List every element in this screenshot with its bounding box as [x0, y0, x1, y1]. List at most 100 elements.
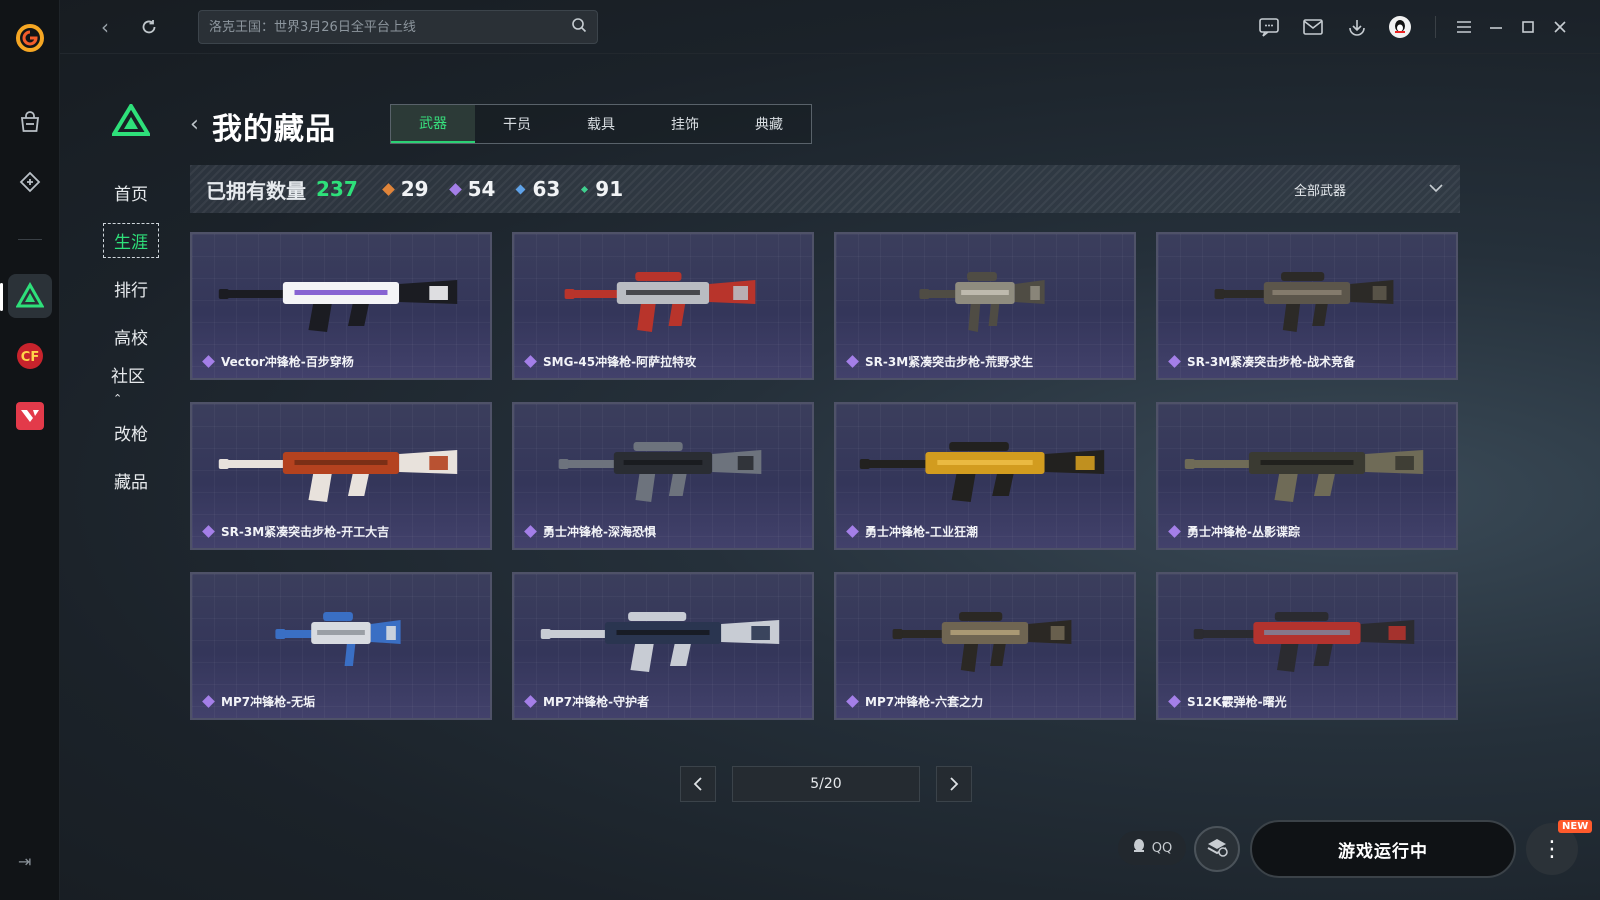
weapon-accent: [317, 630, 365, 635]
weapon-grip: [347, 304, 369, 326]
tab-vehicles[interactable]: 载具: [559, 105, 643, 143]
search-input[interactable]: [209, 19, 571, 35]
mail-icon[interactable]: [1299, 13, 1327, 41]
app-logo-icon[interactable]: [8, 16, 52, 60]
tab-charms[interactable]: 挂饰: [643, 105, 727, 143]
weapon-name: MP7冲锋枪-守护者: [524, 693, 649, 710]
weapon-stock-pad: [733, 286, 748, 300]
sidebar-item-label: 改枪: [114, 424, 148, 445]
search-bar[interactable]: [198, 10, 598, 44]
prev-page-button[interactable]: [680, 766, 716, 802]
header-back-icon[interactable]: ‹: [190, 112, 199, 137]
weapon-accent: [616, 630, 710, 635]
sidebar-item-community[interactable]: 社区 ⌃: [100, 360, 162, 408]
weapon-image: [275, 612, 401, 666]
layers-overlay-button[interactable]: [1194, 826, 1240, 872]
weapon-stock-pad: [429, 286, 448, 300]
game-tag-icon[interactable]: [8, 160, 52, 204]
weapon-card[interactable]: SR-3M紧凑突击步枪-开工大吉: [190, 402, 492, 550]
weapon-name: 勇士冲锋枪-丛影谍踪: [1168, 523, 1300, 540]
qq-status-button[interactable]: QQ: [1118, 831, 1186, 865]
weapon-card[interactable]: SR-3M紧凑突击步枪-荒野求生: [834, 232, 1136, 380]
sidebar-item-ranking[interactable]: 排行: [100, 264, 162, 312]
game-running-button[interactable]: 游戏运行中: [1250, 820, 1516, 878]
weapon-name-text: SMG-45冲锋枪-阿萨拉特攻: [543, 355, 697, 369]
collection-tabs: 武器 干员 载具 挂饰 典藏: [390, 104, 812, 144]
weapon-grip: [344, 644, 356, 666]
qq-label: QQ: [1151, 840, 1173, 856]
green-diamond-icon: [581, 185, 589, 193]
valorant-game-icon[interactable]: [8, 394, 52, 438]
tab-operators[interactable]: 干员: [475, 105, 559, 143]
tab-archive[interactable]: 典藏: [727, 105, 811, 143]
sidebar-item-collection[interactable]: 藏品: [100, 456, 162, 504]
refresh-icon[interactable]: [134, 12, 164, 42]
weapon-image: [558, 442, 762, 502]
weapon-image: [1193, 612, 1415, 672]
weapon-magazine: [1276, 644, 1299, 672]
purple-diamond-icon: [202, 695, 215, 708]
weapon-card[interactable]: MP7冲锋枪-守护者: [512, 572, 814, 720]
rarity-count-blue: 63: [515, 177, 560, 201]
weapon-grip: [1313, 644, 1333, 666]
download-icon[interactable]: [1343, 13, 1371, 41]
weapon-card[interactable]: S12K霰弹枪-曙光: [1156, 572, 1458, 720]
weapon-card[interactable]: MP7冲锋枪-六套之力: [834, 572, 1136, 720]
weapon-name: MP7冲锋枪-六套之力: [846, 693, 983, 710]
weapon-card[interactable]: 勇士冲锋枪-工业狂潮: [834, 402, 1136, 550]
rarity-count-purple: 54: [448, 177, 495, 201]
weapon-name: SR-3M紧凑突击步枪-战术竞备: [1168, 353, 1355, 370]
maximize-icon[interactable]: [1514, 13, 1542, 41]
rarity-count-green: 91: [581, 177, 623, 201]
collapse-sidebar-icon[interactable]: ⇥: [18, 852, 31, 871]
purple-diamond-icon: [524, 695, 537, 708]
crossfire-game-icon[interactable]: CF: [8, 334, 52, 378]
sidebar-item-gunsmith[interactable]: 改枪: [100, 408, 162, 456]
weapon-magazine: [308, 474, 332, 502]
rarity-count-orange: 29: [381, 177, 429, 201]
weapon-name-text: SR-3M紧凑突击步枪-荒野求生: [865, 355, 1034, 369]
weapon-stock-pad: [429, 456, 448, 470]
weapon-accent: [1260, 460, 1354, 465]
sidebar-item-label: 藏品: [114, 472, 148, 493]
weapon-grip: [988, 304, 1000, 326]
weapon-accent: [623, 460, 703, 465]
weapon-card[interactable]: 勇士冲锋枪-丛影谍踪: [1156, 402, 1458, 550]
sidebar-item-college[interactable]: 高校: [100, 312, 162, 360]
sidebar-item-home[interactable]: 首页: [100, 168, 162, 216]
search-icon[interactable]: [571, 17, 587, 37]
chat-icon[interactable]: [1255, 13, 1283, 41]
weapon-card[interactable]: 勇士冲锋枪-深海恐惧: [512, 402, 814, 550]
weapon-stock: [399, 450, 458, 474]
tab-weapons[interactable]: 武器: [391, 105, 475, 143]
weapon-grip: [347, 474, 369, 496]
weapon-stock: [709, 280, 756, 304]
back-nav-icon[interactable]: ‹: [90, 12, 120, 42]
weapon-card[interactable]: Vector冲锋枪-百步穿杨: [190, 232, 492, 380]
delta-force-game-icon[interactable]: [8, 274, 52, 318]
blue-diamond-icon: [515, 184, 526, 194]
owned-count-total: 237: [316, 177, 358, 201]
weapon-stock: [1028, 620, 1072, 644]
weapon-muzzle: [859, 459, 870, 469]
weapon-card[interactable]: MP7冲锋枪-无垢: [190, 572, 492, 720]
qq-avatar-icon[interactable]: [1386, 13, 1414, 41]
more-vertical-icon: ⋮: [1541, 836, 1563, 862]
owned-stats-bar: 已拥有数量 237 29 54 63 91 全部武器: [190, 165, 1460, 213]
store-bag-icon[interactable]: [8, 100, 52, 144]
close-icon[interactable]: [1546, 13, 1574, 41]
sidebar-nav: 首页 生涯 排行 高校 社区 ⌃ 改枪 藏品: [100, 168, 162, 504]
menu-icon[interactable]: [1450, 13, 1478, 41]
weapon-name: SR-3M紧凑突击步枪-开工大吉: [202, 523, 389, 540]
weapon-card[interactable]: SR-3M紧凑突击步枪-战术竞备: [1156, 232, 1458, 380]
sidebar-item-career[interactable]: 生涯: [100, 216, 162, 264]
minimize-icon[interactable]: [1482, 13, 1510, 41]
orange-diamond-icon: [381, 182, 395, 196]
weapon-filter-dropdown[interactable]: 全部武器: [1294, 165, 1444, 213]
weapon-card[interactable]: SMG-45冲锋枪-阿萨拉特攻: [512, 232, 814, 380]
weapon-name-text: S12K霰弹枪-曙光: [1187, 695, 1287, 709]
weapon-image: [919, 272, 1045, 332]
next-page-button[interactable]: [936, 766, 972, 802]
weapon-scope: [967, 272, 997, 281]
weapon-stock-pad: [1050, 626, 1065, 640]
